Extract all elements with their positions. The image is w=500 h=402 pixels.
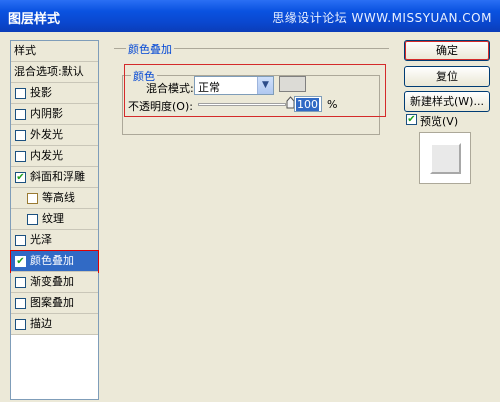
checkbox[interactable] — [27, 193, 38, 204]
reset-button[interactable]: 复位 — [404, 66, 490, 87]
style-item-label: 外发光 — [30, 128, 63, 141]
preview-swatch — [430, 143, 461, 174]
style-item-bevel-emboss[interactable]: ✔ 斜面和浮雕 — [11, 167, 98, 188]
checkbox-checked[interactable]: ✔ — [15, 172, 26, 183]
window-title: 图层样式 — [8, 12, 61, 27]
checkbox[interactable] — [15, 235, 26, 246]
styles-list: 样式 混合选项:默认 投影 内阴影 外发光 内发光 ✔ 斜面和浮雕 等高线 纹理… — [10, 40, 99, 400]
style-item-outer-glow[interactable]: 外发光 — [11, 125, 98, 146]
style-item-label: 内发光 — [30, 149, 63, 162]
opacity-value: 100 — [296, 98, 319, 111]
checkbox[interactable] — [15, 151, 26, 162]
check-icon: ✔ — [407, 114, 416, 125]
style-item-label: 描边 — [30, 317, 52, 330]
style-item-label: 斜面和浮雕 — [30, 170, 85, 183]
styles-header[interactable]: 样式 — [11, 41, 98, 62]
style-item-pattern-overlay[interactable]: 图案叠加 — [11, 293, 98, 314]
checkbox-checked[interactable]: ✔ — [15, 256, 26, 267]
watermark-text: 思缘设计论坛 WWW.MISSYUAN.COM — [272, 11, 492, 25]
style-item-label: 图案叠加 — [30, 296, 74, 309]
preview-label: 预览(V) — [420, 115, 459, 128]
styles-header-label: 样式 — [14, 44, 36, 57]
chevron-down-icon[interactable]: ▼ — [257, 77, 273, 94]
opacity-unit: % — [327, 98, 338, 111]
style-item-label: 光泽 — [30, 233, 52, 246]
style-item-label: 渐变叠加 — [30, 275, 74, 288]
style-item-contour[interactable]: 等高线 — [11, 188, 98, 209]
opacity-input[interactable]: 100 — [294, 96, 322, 112]
style-item-texture[interactable]: 纹理 — [11, 209, 98, 230]
style-item-color-overlay[interactable]: ✔ 颜色叠加 — [10, 250, 99, 273]
style-preview — [419, 132, 471, 184]
color-overlay-panel: 颜色叠加 颜色 混合模式: 正常 ▼ 不透明度(O): 100 % — [114, 40, 389, 402]
style-item-label: 颜色叠加 — [30, 254, 74, 267]
style-item-inner-shadow[interactable]: 内阴影 — [11, 104, 98, 125]
style-item-inner-glow[interactable]: 内发光 — [11, 146, 98, 167]
style-item-gradient-overlay[interactable]: 渐变叠加 — [11, 272, 98, 293]
style-item-drop-shadow[interactable]: 投影 — [11, 83, 98, 104]
new-style-button-label: 新建样式(W)... — [410, 95, 484, 108]
ok-button-label: 确定 — [436, 44, 458, 57]
blend-mode-value: 正常 — [198, 81, 220, 94]
group-title: 颜色叠加 — [126, 41, 174, 57]
checkbox[interactable] — [15, 319, 26, 330]
checkbox[interactable] — [15, 298, 26, 309]
layer-style-dialog: 图层样式 思缘设计论坛 WWW.MISSYUAN.COM 样式 混合选项:默认 … — [0, 0, 500, 402]
style-item-label: 纹理 — [42, 212, 64, 225]
checkbox[interactable] — [15, 88, 26, 99]
checkbox[interactable] — [15, 130, 26, 141]
check-icon: ✔ — [16, 256, 25, 267]
style-item-label: 投影 — [30, 86, 52, 99]
new-style-button[interactable]: 新建样式(W)... — [404, 91, 490, 112]
checkbox[interactable] — [15, 109, 26, 120]
opacity-slider-track[interactable] — [198, 103, 286, 106]
opacity-label: 不透明度(O): — [128, 100, 193, 113]
blend-mode-select[interactable]: 正常 ▼ — [194, 76, 274, 95]
check-icon: ✔ — [16, 172, 25, 183]
checkbox[interactable] — [27, 214, 38, 225]
ok-button[interactable]: 确定 — [404, 40, 490, 61]
blending-options-item[interactable]: 混合选项:默认 — [11, 62, 98, 83]
style-item-label: 内阴影 — [30, 107, 63, 120]
title-bar[interactable]: 图层样式 思缘设计论坛 WWW.MISSYUAN.COM — [0, 0, 500, 32]
blend-mode-label: 混合模式: — [146, 82, 194, 95]
style-item-label: 等高线 — [42, 191, 75, 204]
style-item-stroke[interactable]: 描边 — [11, 314, 98, 335]
checkbox[interactable] — [15, 277, 26, 288]
blending-options-label: 混合选项:默认 — [14, 65, 84, 78]
color-swatch[interactable] — [279, 76, 306, 92]
style-item-satin[interactable]: 光泽 — [11, 230, 98, 251]
preview-checkbox[interactable]: ✔ — [406, 114, 417, 125]
reset-button-label: 复位 — [436, 70, 458, 83]
